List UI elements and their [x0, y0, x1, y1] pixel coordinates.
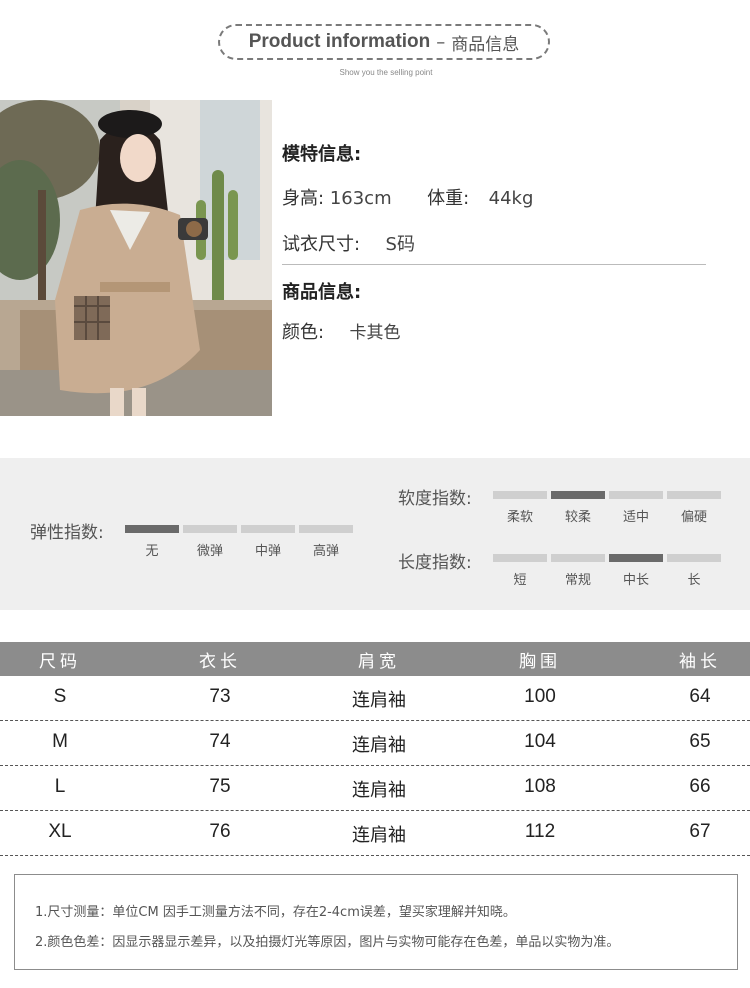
- header-bust: 胸围: [519, 651, 561, 672]
- softness-label: 软度指数:: [398, 489, 472, 509]
- cell-bust: 112: [524, 821, 556, 842]
- height-value: 163cm: [329, 188, 392, 209]
- table-row: M 74 连肩袖 104 65: [0, 721, 750, 766]
- height-weight-row: 身高: 163cm 体重: 44kg: [282, 184, 533, 210]
- note-color-difference: 2.颜色色差：因显示器显示差异，以及拍摄灯光等原因，图片与实物可能存在色差，单品…: [35, 935, 620, 950]
- length-option: 常规: [564, 573, 591, 588]
- size-table: 尺码 衣长 肩宽 胸围 袖长 S 73 连肩袖 100 64 M 74 连肩袖 …: [0, 642, 750, 856]
- cell-size: XL: [48, 821, 72, 842]
- cell-sleeve: 66: [689, 776, 711, 797]
- elasticity-scale: [125, 525, 353, 533]
- elasticity-option: 中弹: [254, 544, 281, 559]
- elasticity-option: 高弹: [312, 544, 339, 559]
- cell-sleeve: 67: [689, 821, 711, 842]
- elasticity-bar: [299, 525, 353, 533]
- elasticity-bar: [125, 525, 179, 533]
- cell-bust: 100: [524, 686, 556, 707]
- length-option: 中长: [622, 573, 649, 588]
- length-option: 短: [513, 573, 527, 588]
- cell-size: S: [53, 686, 67, 707]
- cell-sleeve: 65: [689, 731, 711, 752]
- length-bar: [667, 554, 721, 562]
- cell-size: M: [52, 731, 68, 752]
- cell-length: 75: [209, 776, 231, 797]
- notes-box: 1.尺寸测量：单位CM 因手工测量方法不同，存在2-4cm误差，望买家理解并知晓…: [14, 874, 738, 970]
- weight-label: 体重:: [427, 188, 470, 209]
- table-row: XL 76 连肩袖 112 67: [0, 811, 750, 856]
- length-option: 长: [687, 573, 701, 588]
- softness-scale: [493, 491, 721, 499]
- length-bar: [493, 554, 547, 562]
- model-info-heading: 模特信息:: [282, 144, 362, 165]
- cell-bust: 108: [524, 776, 556, 797]
- cell-shoulder: 连肩袖: [352, 780, 406, 801]
- model-photo: [0, 100, 272, 416]
- section-subtitle: Show you the selling point: [339, 68, 433, 77]
- elasticity-bar: [241, 525, 295, 533]
- section-title-cn: 商品信息: [451, 34, 520, 55]
- index-panel: 弹性指数: 无 微弹 中弹 高弹 软度指数: 柔软 较柔 适中 偏硬 长度指数:…: [0, 458, 750, 610]
- cell-shoulder: 连肩袖: [352, 735, 406, 756]
- softness-bar: [667, 491, 721, 499]
- weight-value: 44kg: [488, 188, 534, 209]
- product-info-heading: 商品信息:: [282, 282, 362, 303]
- length-scale: [493, 554, 721, 562]
- size-row: 试衣尺寸: S码: [282, 230, 415, 256]
- color-value: 卡其色: [349, 323, 401, 343]
- section-title-en: Product information: [248, 31, 431, 52]
- cell-length: 76: [209, 821, 231, 842]
- length-bar: [609, 554, 663, 562]
- elasticity-option: 微弹: [196, 544, 223, 559]
- softness-option: 柔软: [506, 510, 533, 525]
- fitting-size-value: S码: [385, 234, 415, 255]
- section-title-dash: –: [436, 31, 446, 53]
- table-header: 尺码 衣长 肩宽 胸围 袖长: [0, 642, 750, 676]
- cell-shoulder: 连肩袖: [352, 690, 406, 711]
- length-bar: [551, 554, 605, 562]
- divider: [282, 264, 706, 265]
- elasticity-option: 无: [145, 544, 159, 559]
- cell-shoulder: 连肩袖: [352, 825, 406, 846]
- elasticity-bar: [183, 525, 237, 533]
- softness-option: 较柔: [564, 510, 591, 525]
- cell-length: 73: [209, 686, 231, 707]
- height-label: 身高:: [282, 188, 325, 209]
- softness-bar: [493, 491, 547, 499]
- softness-options: 柔软 较柔 适中 偏硬: [493, 506, 721, 525]
- elasticity-label: 弹性指数:: [30, 523, 104, 543]
- section-title: Product information – 商品信息: [218, 24, 550, 60]
- length-options: 短 常规 中长 长: [493, 569, 721, 588]
- cell-sleeve: 64: [689, 686, 711, 707]
- softness-option: 适中: [622, 510, 649, 525]
- cell-bust: 104: [524, 731, 556, 752]
- header-sleeve: 袖长: [679, 651, 721, 672]
- table-row: S 73 连肩袖 100 64: [0, 676, 750, 721]
- elasticity-options: 无 微弹 中弹 高弹: [125, 540, 353, 559]
- header-size: 尺码: [39, 651, 81, 672]
- cell-length: 74: [209, 731, 231, 752]
- table-row: L 75 连肩袖 108 66: [0, 766, 750, 811]
- softness-bar: [609, 491, 663, 499]
- color-label: 颜色:: [282, 322, 325, 343]
- color-row: 颜色: 卡其色: [282, 318, 401, 344]
- fitting-size-label: 试衣尺寸:: [282, 234, 361, 255]
- note-measurement: 1.尺寸测量：单位CM 因手工测量方法不同，存在2-4cm误差，望买家理解并知晓…: [35, 905, 516, 920]
- length-label: 长度指数:: [398, 553, 472, 573]
- cell-size: L: [54, 776, 66, 797]
- softness-bar: [551, 491, 605, 499]
- header-shoulder: 肩宽: [358, 651, 400, 672]
- header-length: 衣长: [199, 651, 241, 672]
- softness-option: 偏硬: [680, 510, 707, 525]
